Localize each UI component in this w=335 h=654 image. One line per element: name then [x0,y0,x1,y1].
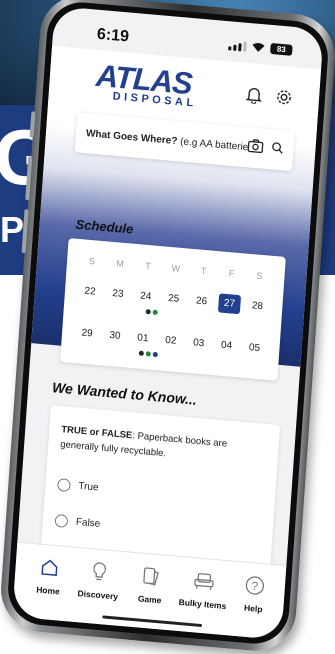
battery-icon: 83 [270,43,293,56]
search-icon[interactable] [271,140,284,159]
bell-icon[interactable] [244,85,264,110]
calendar-day[interactable]: 29 [76,327,99,340]
tab-label: Home [22,583,75,598]
recycling-pickup-dot [146,351,151,356]
quiz-question: TRUE or FALSE: Paperback books are gener… [60,422,267,470]
search-placeholder: (e.g AA batteries) [177,136,248,153]
weekday-label: F [220,267,243,279]
armchair-icon [177,567,230,595]
weekday-label: T [192,265,215,277]
schedule-calendar: S M T W T F S 22 23 24 25 26 27 28 [60,238,286,381]
camera-icon[interactable] [247,138,264,158]
search-label: What Goes Where? [86,128,178,147]
svg-text:?: ? [251,579,259,594]
tab-label: Discovery [72,588,125,603]
tab-label: Bulky Items [176,597,229,612]
quiz-option-false[interactable]: False [55,514,101,531]
app-screen: 6:19 83 ATLAS DISPOSAL [12,6,324,640]
status-time: 6:19 [96,26,129,47]
quiz-question-prefix: TRUE or FALSE [61,424,133,441]
tab-discovery[interactable]: Discovery [72,558,127,602]
pickup-dots-24 [146,309,158,315]
tab-home[interactable]: Home [22,553,77,597]
weekday-label: W [165,263,188,275]
wifi-icon [251,41,266,53]
tab-game[interactable]: Game [123,562,178,606]
weekday-label: M [109,258,132,270]
calendar-day[interactable]: 30 [104,329,127,342]
radio-button[interactable] [57,478,71,492]
lightbulb-icon [73,558,126,586]
quiz-option-true[interactable]: True [57,478,99,495]
calendar-day[interactable]: 28 [246,300,269,317]
week-row-1: 22 23 24 25 26 27 28 [78,285,268,317]
option-label: False [75,517,100,530]
option-label: True [78,481,99,494]
weekday-label: S [248,270,271,282]
atlas-disposal-logo[interactable]: ATLAS DISPOSAL [94,60,199,110]
calendar-day[interactable]: 24 [134,290,157,307]
trash-pickup-dot [146,309,151,314]
pickup-dots-01 [139,351,158,358]
game-card-icon [125,562,178,590]
trash-pickup-dot [139,351,144,356]
bulky-pickup-dot [153,352,158,357]
calendar-day[interactable]: 22 [78,285,101,302]
weekday-row: S M T W T F S [81,255,271,282]
calendar-day[interactable]: 02 [159,334,182,347]
know-section-title: We Wanted to Know... [52,379,198,408]
weekday-label: T [137,260,160,272]
home-icon [23,553,76,581]
calendar-day[interactable]: 05 [243,342,266,355]
calendar-day[interactable]: 23 [106,288,129,305]
weekday-label: S [81,255,104,267]
tab-bulky-items[interactable]: Bulky Items [176,567,231,611]
search-input[interactable]: What Goes Where? (e.g AA batteries) [86,128,248,153]
calendar-day[interactable]: 26 [190,295,213,312]
gear-icon[interactable] [274,88,294,113]
week-row-2: 29 30 01 02 03 04 05 [76,327,266,355]
system-icons: 83 [228,39,293,56]
header-icons [244,85,293,112]
tab-label: Game [123,592,176,607]
search-actions [247,138,284,160]
home-indicator[interactable] [102,615,202,627]
radio-button[interactable] [55,514,69,528]
calendar-day[interactable]: 01 [132,332,155,345]
tab-help[interactable]: ? Help [227,571,282,615]
calendar-day[interactable]: 03 [187,337,210,350]
calendar-day[interactable]: 25 [162,292,185,309]
tab-label: Help [227,601,280,616]
phone-device: 6:19 83 ATLAS DISPOSAL [0,0,335,654]
recycling-pickup-dot [153,310,158,315]
calendar-day-selected[interactable]: 27 [218,293,241,314]
signal-icon [228,40,247,52]
calendar-day[interactable]: 04 [215,339,238,352]
help-icon: ? [228,571,281,599]
